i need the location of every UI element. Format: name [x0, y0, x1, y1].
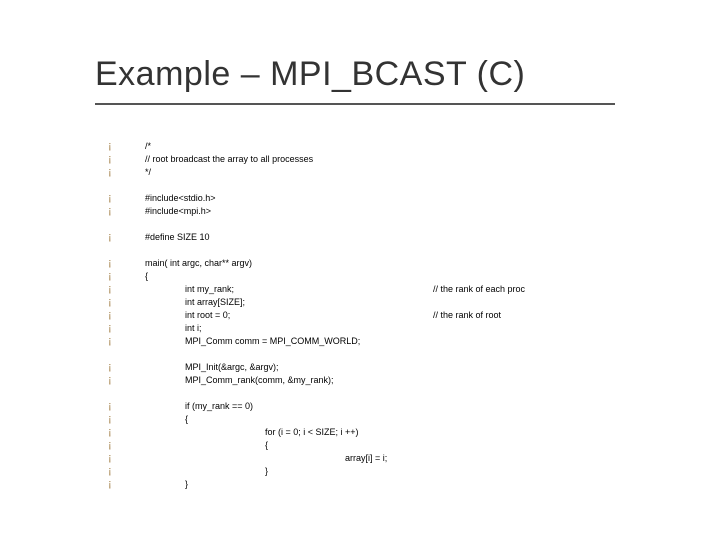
blank-line [108, 244, 608, 257]
code-line: ¡if (my_rank == 0) [108, 400, 608, 413]
code-text: } [120, 478, 188, 491]
code-line: ¡int my_rank; // the rank of each proc [108, 283, 608, 296]
bullet-icon: ¡ [108, 335, 120, 348]
code-text: for (i = 0; i < SIZE; i ++) [120, 426, 359, 439]
code-line: ¡MPI_Init(&argc, &argv); [108, 361, 608, 374]
code-text: /* [120, 140, 151, 153]
code-line: ¡for (i = 0; i < SIZE; i ++) [108, 426, 608, 439]
code-line: ¡#include<mpi.h> [108, 205, 608, 218]
code-text: { [120, 439, 268, 452]
code-text: #include<mpi.h> [120, 205, 211, 218]
bullet-icon: ¡ [108, 439, 120, 452]
slide-title: Example – MPI_BCAST (C) [95, 55, 525, 94]
code-line: ¡/* [108, 140, 608, 153]
bullet-icon: ¡ [108, 426, 120, 439]
code-line: ¡// root broadcast the array to all proc… [108, 153, 608, 166]
code-line: ¡} [108, 465, 608, 478]
code-line: ¡{ [108, 413, 608, 426]
code-text: { [120, 413, 188, 426]
bullet-icon: ¡ [108, 322, 120, 335]
code-line: ¡#include<stdio.h> [108, 192, 608, 205]
code-text: #include<stdio.h> [120, 192, 216, 205]
code-text: // root broadcast the array to all proce… [120, 153, 313, 166]
code-text: array[i] = i; [120, 452, 387, 465]
code-comment: // the rank of root [433, 309, 501, 322]
code-text: MPI_Comm_rank(comm, &my_rank); [120, 374, 334, 387]
code-text: MPI_Comm comm = MPI_COMM_WORLD; [120, 335, 360, 348]
code-line: ¡int i; [108, 322, 608, 335]
code-line: ¡{ [108, 439, 608, 452]
code-text: int root = 0; [120, 309, 230, 322]
code-text: { [120, 270, 148, 283]
bullet-icon: ¡ [108, 166, 120, 179]
bullet-icon: ¡ [108, 478, 120, 491]
bullet-icon: ¡ [108, 257, 120, 270]
bullet-icon: ¡ [108, 270, 120, 283]
slide: Example – MPI_BCAST (C) ¡/*¡// root broa… [0, 0, 720, 540]
bullet-icon: ¡ [108, 231, 120, 244]
code-text: main( int argc, char** argv) [120, 257, 252, 270]
code-line: ¡array[i] = i; [108, 452, 608, 465]
bullet-icon: ¡ [108, 465, 120, 478]
bullet-icon: ¡ [108, 309, 120, 322]
bullet-icon: ¡ [108, 400, 120, 413]
code-line: ¡main( int argc, char** argv) [108, 257, 608, 270]
code-text: int my_rank; [120, 283, 234, 296]
blank-line [108, 179, 608, 192]
code-line: ¡{ [108, 270, 608, 283]
bullet-icon: ¡ [108, 192, 120, 205]
blank-line [108, 348, 608, 361]
title-underline [95, 103, 615, 105]
code-line: ¡int array[SIZE]; [108, 296, 608, 309]
code-comment: // the rank of each proc [433, 283, 525, 296]
code-text: #define SIZE 10 [120, 231, 210, 244]
code-text: if (my_rank == 0) [120, 400, 253, 413]
code-text: int i; [120, 322, 202, 335]
code-line: ¡*/ [108, 166, 608, 179]
bullet-icon: ¡ [108, 205, 120, 218]
bullet-icon: ¡ [108, 153, 120, 166]
code-line: ¡int root = 0; // the rank of root [108, 309, 608, 322]
code-text: } [120, 465, 268, 478]
code-line: ¡MPI_Comm comm = MPI_COMM_WORLD; [108, 335, 608, 348]
blank-line [108, 218, 608, 231]
blank-line [108, 387, 608, 400]
bullet-icon: ¡ [108, 296, 120, 309]
code-line: ¡#define SIZE 10 [108, 231, 608, 244]
bullet-icon: ¡ [108, 413, 120, 426]
code-line: ¡} [108, 478, 608, 491]
code-block: ¡/*¡// root broadcast the array to all p… [108, 140, 608, 491]
code-text: int array[SIZE]; [120, 296, 245, 309]
bullet-icon: ¡ [108, 452, 120, 465]
code-line: ¡MPI_Comm_rank(comm, &my_rank); [108, 374, 608, 387]
code-text: */ [120, 166, 151, 179]
bullet-icon: ¡ [108, 374, 120, 387]
code-text: MPI_Init(&argc, &argv); [120, 361, 279, 374]
bullet-icon: ¡ [108, 283, 120, 296]
bullet-icon: ¡ [108, 361, 120, 374]
bullet-icon: ¡ [108, 140, 120, 153]
